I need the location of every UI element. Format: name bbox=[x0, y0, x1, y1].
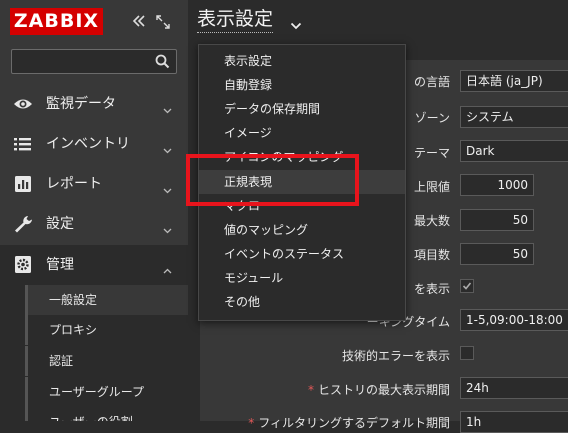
kiosk-mode-icon[interactable] bbox=[156, 14, 170, 29]
menu-item-inventory[interactable]: インベントリ bbox=[0, 124, 188, 164]
show-technical-errors-checkbox[interactable] bbox=[460, 346, 474, 360]
chevron-down-icon bbox=[163, 140, 172, 154]
limit-input[interactable]: 1000 bbox=[460, 174, 534, 196]
chevron-down-icon bbox=[163, 180, 172, 194]
chevron-down-icon[interactable] bbox=[290, 16, 302, 30]
required-marker: * bbox=[307, 383, 314, 397]
list-icon bbox=[13, 135, 33, 153]
search-input[interactable] bbox=[12, 50, 148, 73]
search-icon[interactable] bbox=[155, 54, 170, 69]
chevron-down-icon bbox=[163, 100, 172, 114]
form-label-max-count: 最大数 bbox=[413, 214, 450, 228]
form-label-text: ヒストリの最大表示期間 bbox=[317, 383, 450, 397]
form-label-limit: 上限値 bbox=[413, 180, 450, 194]
dropdown-item-event-status[interactable]: イベントのステータス bbox=[199, 242, 405, 266]
theme-value: Dark bbox=[466, 144, 495, 158]
menu-label: 監視データ bbox=[46, 96, 116, 112]
administration-submenu: 一般設定 プロキシ 認証 ユーザーグループ ユーザーの役割 bbox=[0, 285, 188, 421]
bar-chart-icon bbox=[13, 175, 33, 193]
menu-label: インベントリ bbox=[46, 136, 130, 152]
chevron-down-icon bbox=[163, 220, 172, 234]
max-count-input[interactable]: 50 bbox=[460, 209, 534, 231]
eye-icon bbox=[13, 95, 33, 113]
page-title[interactable]: 表示設定 bbox=[197, 6, 274, 33]
chevron-up-icon bbox=[163, 261, 172, 274]
show-checkbox[interactable] bbox=[460, 279, 474, 293]
title-row: 表示設定 bbox=[188, 0, 568, 44]
form-label-item-count: 項目数 bbox=[413, 248, 450, 262]
logo-row: ZABBIX bbox=[0, 0, 188, 44]
menu-label: 設定 bbox=[46, 216, 74, 232]
submenu-item-proxies[interactable]: プロキシ bbox=[25, 315, 188, 345]
form-label-history-period: * ヒストリの最大表示期間 bbox=[308, 381, 450, 398]
form-label-text: フィルタリングするデフォルト期間 bbox=[258, 416, 450, 430]
timezone-select[interactable]: システム bbox=[460, 106, 568, 128]
zabbix-logo[interactable]: ZABBIX bbox=[10, 8, 103, 35]
working-time-input[interactable]: 1-5,09:00-18:00 bbox=[460, 309, 568, 331]
default-period-input[interactable]: 1h bbox=[460, 411, 568, 433]
collapse-sidebar-icon[interactable] bbox=[132, 14, 146, 28]
dropdown-item-display[interactable]: 表示設定 bbox=[199, 49, 405, 73]
menu-item-configuration[interactable]: 設定 bbox=[0, 204, 188, 244]
submenu-item-user-groups[interactable]: ユーザーグループ bbox=[25, 377, 188, 407]
dropdown-item-images[interactable]: イメージ bbox=[199, 121, 405, 145]
dropdown-item-modules[interactable]: モジュール bbox=[199, 266, 405, 290]
submenu-item-user-roles[interactable]: ユーザーの役割 bbox=[25, 407, 188, 421]
search-box bbox=[11, 49, 177, 74]
dropdown-item-autoregistration[interactable]: 自動登録 bbox=[199, 73, 405, 97]
form-label-language: の言語 bbox=[413, 75, 450, 89]
submenu-item-authentication[interactable]: 認証 bbox=[25, 346, 188, 376]
sidebar: ZABBIX 監視データ インベントリ レポート 設定 管理 一般設定 プロキシ… bbox=[0, 0, 188, 421]
form-label-show-technical-errors: 技術的エラーを表示 bbox=[341, 349, 450, 363]
menu-item-reports[interactable]: レポート bbox=[0, 164, 188, 204]
menu-item-monitoring[interactable]: 監視データ bbox=[0, 84, 188, 124]
menu-label: レポート bbox=[46, 176, 102, 192]
gear-icon bbox=[13, 256, 33, 274]
form-label-show: を表示 bbox=[413, 282, 450, 296]
dropdown-item-other[interactable]: その他 bbox=[199, 290, 405, 314]
dropdown-item-housekeeping[interactable]: データの保存期間 bbox=[199, 97, 405, 121]
menu-label: 管理 bbox=[46, 257, 74, 273]
required-marker: * bbox=[248, 416, 255, 430]
item-count-input[interactable]: 50 bbox=[460, 243, 534, 265]
language-select[interactable]: 日本語 (ja_JP) bbox=[460, 70, 568, 92]
form-label-default-period: * フィルタリングするデフォルト期間 bbox=[248, 414, 450, 431]
theme-select[interactable]: Dark bbox=[460, 140, 568, 162]
form-label-timezone: ゾーン bbox=[414, 111, 450, 125]
menu-item-administration[interactable]: 管理 bbox=[0, 245, 188, 285]
submenu-item-general[interactable]: 一般設定 bbox=[25, 285, 188, 315]
wrench-icon bbox=[13, 215, 33, 233]
form-label-theme: テーマ bbox=[413, 146, 450, 160]
history-period-input[interactable]: 24h bbox=[460, 377, 568, 399]
dropdown-item-value-mapping[interactable]: 値のマッピング bbox=[199, 218, 405, 242]
highlight-annotation-box bbox=[186, 154, 359, 206]
